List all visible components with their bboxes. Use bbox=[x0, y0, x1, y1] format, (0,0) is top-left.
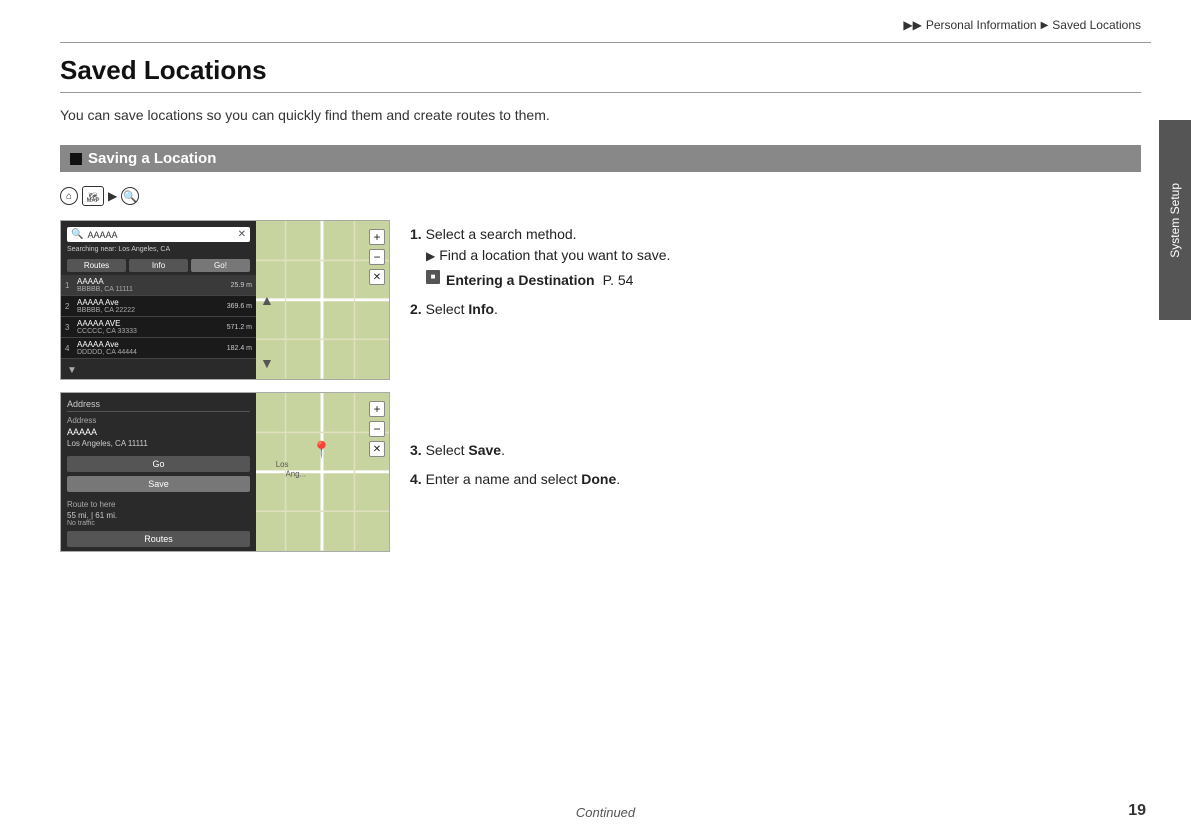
ss1-result-4[interactable]: 4 AAAAA Ave DDDDD, CA 44444 182.4 m bbox=[61, 338, 256, 359]
map-icon: 🗺 MAP bbox=[82, 186, 104, 206]
ss2-title: Address bbox=[67, 399, 250, 412]
ss2-left-panel: Address Address AAAAA Los Angeles, CA 11… bbox=[61, 393, 256, 551]
system-setup-tab: System Setup bbox=[1159, 120, 1191, 320]
step3-text: Select bbox=[426, 442, 469, 458]
step-2: 2. Select Info. bbox=[410, 299, 1141, 320]
ss1-subtitle: Searching near: Los Angeles, CA bbox=[61, 246, 256, 256]
intro-text: You can save locations so you can quickl… bbox=[60, 107, 1141, 123]
step4-end: . bbox=[616, 471, 620, 487]
step4-text: Enter a name and select bbox=[426, 471, 582, 487]
nav-arrow: ▶ bbox=[108, 189, 117, 203]
ss1-info-btn[interactable]: Info bbox=[129, 259, 188, 272]
breadcrumb-section1: Personal Information bbox=[926, 18, 1037, 32]
ss2-route-info: 55 mi. | 61 mi. bbox=[67, 511, 250, 520]
page-number: 19 bbox=[1128, 802, 1146, 820]
step3-number: 3. bbox=[410, 442, 422, 458]
step2-text: Select bbox=[426, 301, 469, 317]
ss2-go-btn[interactable]: Go bbox=[67, 456, 250, 472]
step1-reference: ■ Entering a Destination P. 54 bbox=[426, 270, 1141, 291]
ss1-result-2[interactable]: 2 AAAAA Ave BBBBB, CA 22222 369.6 m bbox=[61, 296, 256, 317]
breadcrumb: ▶▶ Personal Information ▶ Saved Location… bbox=[903, 18, 1141, 32]
breadcrumb-arrow2: ▶ bbox=[1041, 20, 1049, 31]
step1-ref-icon: ■ bbox=[426, 270, 440, 284]
ss1-left-panel: 🔍 AAAAA ✕ Searching near: Los Angeles, C… bbox=[61, 221, 256, 379]
section-title: Saving a Location bbox=[88, 150, 216, 167]
step-1: 1. Select a search method. ▶ Find a loca… bbox=[410, 224, 1141, 291]
sidebar-tab-label: System Setup bbox=[1168, 183, 1182, 258]
ss2-address-label: Address bbox=[67, 416, 250, 425]
breadcrumb-section2: Saved Locations bbox=[1052, 18, 1141, 32]
ss1-clear-btn[interactable]: ✕ bbox=[238, 229, 246, 240]
ss1-action-buttons: Routes Info Go! bbox=[61, 256, 256, 275]
section-header: Saving a Location bbox=[60, 145, 1141, 172]
step1-text: Select a search method. bbox=[426, 226, 577, 242]
footer: Continued bbox=[60, 805, 1151, 820]
screenshot-search: 🔍 AAAAA ✕ Searching near: Los Angeles, C… bbox=[60, 220, 390, 380]
ss1-search-icon: 🔍 bbox=[71, 229, 83, 240]
screenshots-column: 🔍 AAAAA ✕ Searching near: Los Angeles, C… bbox=[60, 220, 390, 552]
map-scroll-up: ▲ bbox=[260, 292, 274, 308]
map2-zoom-out[interactable]: − bbox=[369, 421, 385, 437]
main-content: Saved Locations You can save locations s… bbox=[60, 55, 1141, 800]
icon-nav-row: ⌂ 🗺 MAP ▶ 🔍 bbox=[60, 186, 1141, 206]
step1-subtext: Find a location that you want to save. bbox=[439, 245, 670, 266]
ss2-routes-btn[interactable]: Routes bbox=[67, 531, 250, 547]
screenshot-location-info: Address Address AAAAA Los Angeles, CA 11… bbox=[60, 392, 390, 552]
step1-subarrow: ▶ bbox=[426, 247, 435, 265]
section-icon bbox=[70, 153, 82, 165]
ss2-traffic: No traffic bbox=[67, 520, 250, 527]
svg-text:Ang...: Ang... bbox=[286, 470, 307, 479]
ss2-save-btn[interactable]: Save bbox=[67, 476, 250, 492]
step-4: 4. Enter a name and select Done. bbox=[410, 469, 1141, 490]
map-pin: 📍 bbox=[312, 440, 332, 460]
step4-number: 4. bbox=[410, 471, 422, 487]
ss1-go-btn[interactable]: Go! bbox=[191, 259, 250, 272]
step2-bold: Info bbox=[468, 301, 494, 317]
ss1-nav-arrows: ▼ bbox=[61, 362, 256, 379]
step-3: 3. Select Save. bbox=[410, 440, 1141, 461]
ss2-city: Los Angeles, CA 11111 bbox=[67, 439, 250, 448]
map-zoom-out[interactable]: − bbox=[369, 249, 385, 265]
search-icon: 🔍 bbox=[121, 187, 139, 205]
step1-subbullet: ▶ Find a location that you want to save. bbox=[426, 245, 1141, 266]
ss1-result-3[interactable]: 3 AAAAA AVE CCCCC, CA 33333 571.2 m bbox=[61, 317, 256, 338]
ss1-search-bar: 🔍 AAAAA ✕ bbox=[67, 227, 250, 242]
svg-text:Los: Los bbox=[276, 460, 289, 469]
step3-end: . bbox=[501, 442, 505, 458]
map2-zoom-in[interactable]: + bbox=[369, 401, 385, 417]
ss2-address-name: AAAAA bbox=[67, 427, 250, 437]
step2-number: 2. bbox=[410, 301, 422, 317]
step1-number: 1. bbox=[410, 226, 422, 242]
map2-cross-icon: ✕ bbox=[369, 441, 385, 457]
breadcrumb-arrows: ▶▶ bbox=[903, 18, 921, 32]
ss1-results-list: 1 AAAAA BBBBB, CA 11111 25.9 m 2 AAAAA A… bbox=[61, 275, 256, 362]
map-scroll-down: ▼ bbox=[260, 355, 274, 371]
step1-ref-page: P. 54 bbox=[603, 270, 634, 291]
map-cross-icon: ✕ bbox=[369, 269, 385, 285]
step2-end: . bbox=[494, 301, 498, 317]
home-icon: ⌂ bbox=[60, 187, 78, 205]
content-layout: 🔍 AAAAA ✕ Searching near: Los Angeles, C… bbox=[60, 220, 1141, 552]
page-title: Saved Locations bbox=[60, 55, 1141, 86]
instructions-column: 1. Select a search method. ▶ Find a loca… bbox=[410, 220, 1141, 498]
step3-bold: Save bbox=[468, 442, 501, 458]
ss1-result-1[interactable]: 1 AAAAA BBBBB, CA 11111 25.9 m bbox=[61, 275, 256, 296]
step4-bold: Done bbox=[581, 471, 616, 487]
ss2-route-section: Route to here bbox=[67, 500, 250, 509]
top-divider bbox=[60, 42, 1151, 43]
ss1-map-panel: + − ✕ ▲ ▼ bbox=[256, 221, 389, 379]
ss1-routes-btn[interactable]: Routes bbox=[67, 259, 126, 272]
title-underline bbox=[60, 92, 1141, 93]
step1-ref-text: Entering a Destination bbox=[446, 270, 595, 291]
ss1-search-text: AAAAA bbox=[87, 230, 233, 240]
continued-text: Continued bbox=[576, 805, 635, 820]
ss2-map-panel: Los Ang... 📍 + − ✕ bbox=[256, 393, 389, 551]
map-zoom-in[interactable]: + bbox=[369, 229, 385, 245]
